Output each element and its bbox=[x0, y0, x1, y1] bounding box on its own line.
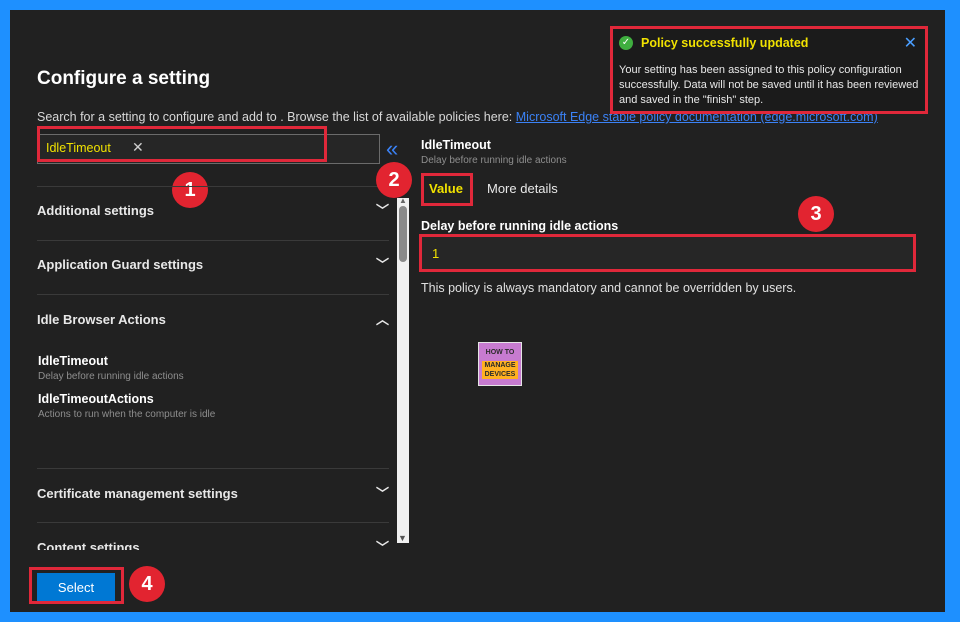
setting-item-idletimeoutactions[interactable]: IdleTimeoutActions bbox=[38, 392, 154, 406]
search-input[interactable]: IdleTimeout ✕ bbox=[37, 134, 380, 164]
divider bbox=[37, 294, 389, 295]
success-toast: ✓ Policy successfully updated ✕ Your set… bbox=[610, 26, 928, 114]
chevron-down-icon: ﹀ bbox=[375, 486, 389, 501]
group-label: Idle Browser Actions bbox=[37, 312, 166, 327]
policy-note: This policy is always mandatory and cann… bbox=[421, 281, 797, 295]
description-text: Search for a setting to configure and ad… bbox=[37, 110, 513, 124]
delay-input[interactable]: 1 bbox=[421, 236, 914, 270]
toast-title: Policy successfully updated bbox=[641, 36, 809, 50]
delay-input-value: 1 bbox=[432, 246, 440, 261]
group-additional-settings[interactable]: Additional settings ﹀ bbox=[37, 195, 389, 225]
search-value: IdleTimeout bbox=[46, 141, 111, 155]
detail-subtitle: Delay before running idle actions bbox=[421, 155, 567, 166]
divider bbox=[37, 240, 389, 241]
group-application-guard[interactable]: Application Guard settings ﹀ bbox=[37, 249, 389, 279]
chevron-down-icon: ﹀ bbox=[375, 257, 389, 272]
page-title: Configure a setting bbox=[37, 68, 211, 89]
close-icon[interactable]: ✕ bbox=[132, 139, 144, 156]
field-label: Delay before running idle actions bbox=[421, 219, 619, 233]
logo-line-1: HOW TO bbox=[485, 349, 515, 356]
group-label: Application Guard settings bbox=[37, 257, 204, 272]
annotation-badge-2: 2 bbox=[376, 162, 412, 198]
chevron-down-icon: ﹀ bbox=[375, 203, 389, 218]
annotation-badge-3: 3 bbox=[798, 196, 834, 232]
close-icon[interactable]: ✕ bbox=[904, 33, 917, 53]
howto-manage-devices-logo: HOW TO MANAGE DEVICES bbox=[478, 342, 522, 386]
group-label: Certificate management settings bbox=[37, 486, 238, 501]
double-chevron-left-icon[interactable]: « bbox=[386, 138, 398, 160]
scroll-down-arrow-icon[interactable]: ▼ bbox=[398, 533, 407, 543]
select-button[interactable]: Select bbox=[37, 573, 115, 601]
divider bbox=[37, 522, 389, 523]
group-certificate-management[interactable]: Certificate management settings ﹀ bbox=[37, 478, 389, 508]
group-label: Additional settings bbox=[37, 203, 154, 218]
tab-more-details[interactable]: More details bbox=[487, 181, 558, 196]
settings-scrollbar[interactable]: ▲ ▼ bbox=[397, 196, 409, 543]
group-content-settings[interactable]: Content settings ﹀ bbox=[37, 532, 389, 550]
chevron-up-icon: ︿ bbox=[375, 312, 389, 327]
setting-item-subtitle: Delay before running idle actions bbox=[38, 371, 184, 382]
group-idle-browser-actions[interactable]: Idle Browser Actions ︿ bbox=[37, 304, 389, 334]
detail-title: IdleTimeout bbox=[421, 138, 491, 152]
chevron-down-icon: ﹀ bbox=[375, 540, 389, 550]
tab-value[interactable]: Value bbox=[429, 181, 463, 196]
divider bbox=[37, 186, 389, 187]
logo-line-2: MANAGE DEVICES bbox=[482, 361, 518, 379]
annotation-badge-4: 4 bbox=[129, 566, 165, 602]
configure-setting-pane: Configure a setting Search for a setting… bbox=[10, 10, 945, 612]
divider bbox=[37, 468, 389, 469]
group-label: Content settings bbox=[37, 540, 140, 550]
setting-item-subtitle: Actions to run when the computer is idle bbox=[38, 409, 216, 420]
scrollbar-thumb[interactable] bbox=[399, 206, 407, 262]
check-circle-icon: ✓ bbox=[619, 36, 633, 50]
scroll-up-arrow-icon[interactable]: ▲ bbox=[399, 196, 407, 205]
toast-body: Your setting has been assigned to this p… bbox=[619, 64, 919, 106]
setting-item-idletimeout[interactable]: IdleTimeout bbox=[38, 354, 108, 368]
